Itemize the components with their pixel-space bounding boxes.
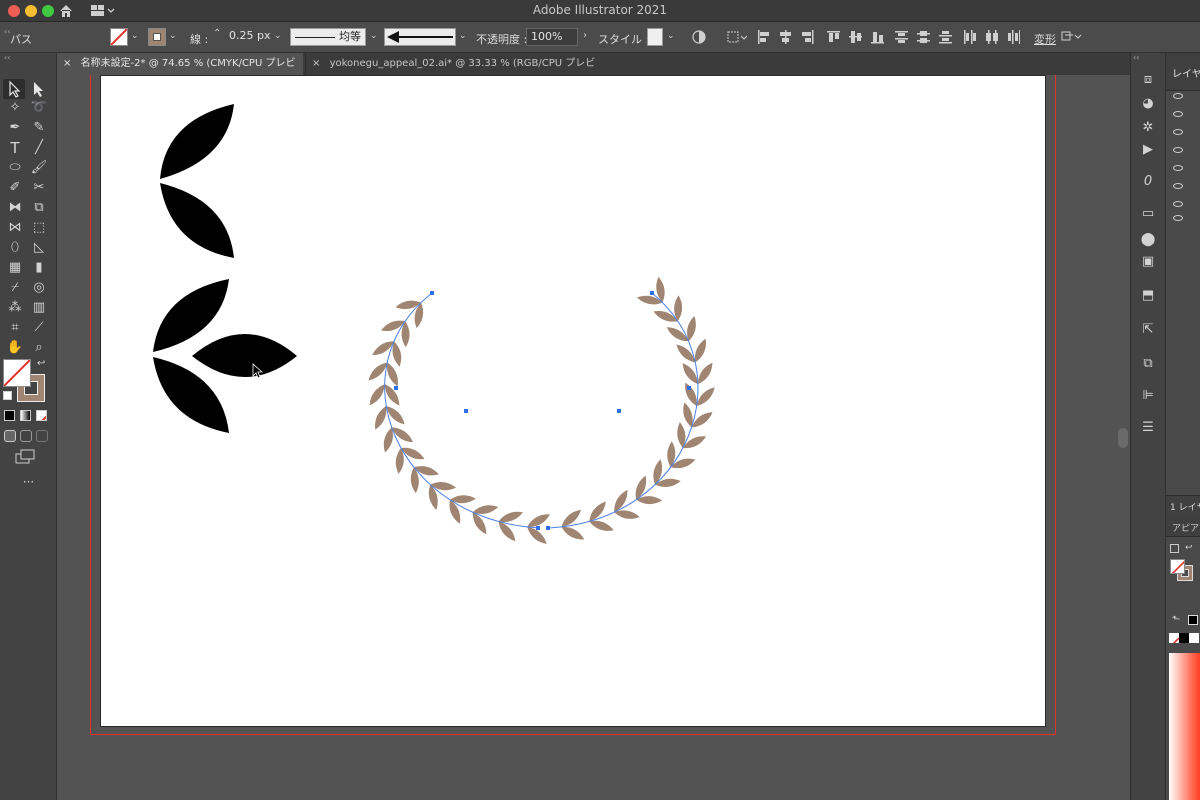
wreath-leaf: [386, 405, 405, 425]
align-panel-icon[interactable]: ⊫: [1139, 387, 1157, 405]
wreath-leaf: [614, 489, 628, 513]
libraries-icon[interactable]: ⧈: [1139, 71, 1157, 89]
laurel-wreath[interactable]: [366, 276, 718, 547]
last-color-icon[interactable]: ⬑: [1172, 614, 1180, 625]
scroll-track: [1132, 53, 1135, 800]
tab-appearance[interactable]: アピアランス: [1172, 521, 1200, 534]
wreath-leaf: [667, 441, 676, 468]
vertical-scrollbar-thumb[interactable]: [1118, 428, 1128, 448]
appearance-panel-header: アピアランス: [1166, 515, 1200, 537]
black-swatch[interactable]: [1179, 633, 1189, 643]
black-leaf-shape[interactable]: [160, 183, 234, 258]
default-colors-icon[interactable]: [1170, 544, 1179, 553]
gradient-panel-icon[interactable]: ▭: [1139, 205, 1157, 223]
visibility-eye-icon[interactable]: [1173, 215, 1183, 221]
graphic-styles-icon[interactable]: ▣: [1139, 253, 1157, 271]
wreath-leaf: [372, 341, 395, 356]
black-swatch[interactable]: [1188, 615, 1198, 625]
none-swatch[interactable]: [1169, 633, 1179, 643]
font-glyphs-icon[interactable]: 0: [1139, 173, 1157, 191]
color-icon[interactable]: ◕: [1139, 95, 1157, 113]
wreath-leaf: [666, 327, 689, 342]
wreath-leaf: [589, 501, 606, 522]
export-icon[interactable]: ⇱: [1139, 321, 1157, 339]
wreath-leaf: [691, 412, 713, 428]
actions-play-icon[interactable]: ▶: [1139, 141, 1157, 159]
visibility-eye-icon[interactable]: [1173, 129, 1183, 135]
tab-layers[interactable]: レイヤー: [1172, 65, 1200, 80]
pathfinder-icon[interactable]: ⧉: [1139, 355, 1157, 373]
wreath-leaf: [676, 344, 696, 363]
panel-icon-dock: ‹‹ ⧈ ◕ ✲ ▶ 0 ▭ ⬤ ▣ ⬒ ⇱ ⧉ ⊫ ☰: [1118, 53, 1165, 800]
none-color-icon: [1172, 637, 1179, 643]
artwork-layer: [153, 104, 718, 547]
transparency-icon[interactable]: ⬤: [1139, 231, 1157, 249]
properties-menu-icon[interactable]: ☰: [1139, 419, 1157, 437]
layers-footer: 1 レイヤー: [1166, 495, 1200, 515]
visibility-eye-icon[interactable]: [1173, 201, 1183, 207]
fill-color-box[interactable]: [1170, 559, 1185, 574]
visibility-eye-icon[interactable]: [1173, 93, 1183, 99]
color-spectrum[interactable]: [1169, 653, 1200, 800]
wreath-leaf: [498, 521, 516, 542]
visibility-eye-icon[interactable]: [1173, 165, 1183, 171]
wreath-leaf: [368, 362, 388, 381]
black-leaf-shape[interactable]: [160, 104, 234, 179]
layers-panel-header: レイヤー: [1166, 53, 1200, 91]
wreath-leaf: [391, 427, 414, 443]
white-swatch[interactable]: [1189, 633, 1199, 643]
anchor-points[interactable]: [394, 291, 691, 530]
none-color-icon: [1171, 560, 1184, 573]
black-leaf-shape[interactable]: [192, 334, 297, 377]
visibility-eye-icon[interactable]: [1173, 183, 1183, 189]
layers-panel: レイヤー 1 レイヤー アピアランス ↩ ⬑: [1165, 53, 1200, 800]
appearance-icon[interactable]: ✲: [1139, 119, 1157, 137]
symbols-icon[interactable]: ⬒: [1139, 287, 1157, 305]
layers-count: 1 レイヤー: [1170, 503, 1200, 513]
wreath-leaf: [472, 512, 487, 535]
swap-fill-stroke-icon[interactable]: ↩: [1185, 543, 1193, 553]
visibility-eye-icon[interactable]: [1173, 111, 1183, 117]
visibility-eye-icon[interactable]: [1173, 147, 1183, 153]
